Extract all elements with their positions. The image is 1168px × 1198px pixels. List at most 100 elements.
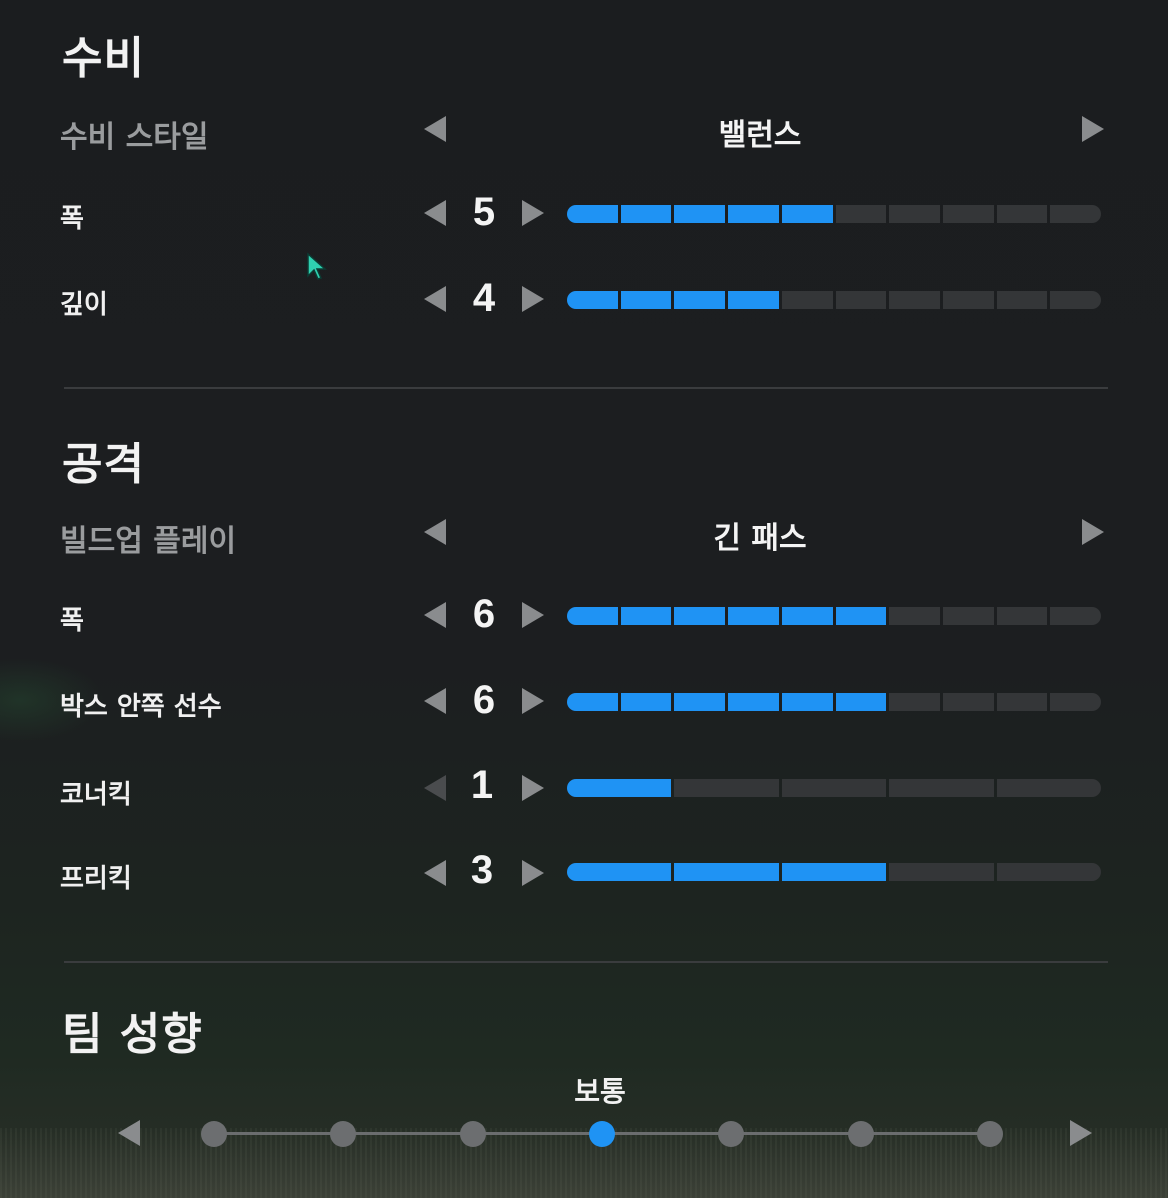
attack-box-players-decrease-icon[interactable] bbox=[424, 688, 446, 714]
bar-segment bbox=[781, 693, 833, 711]
bar-segment bbox=[835, 205, 887, 223]
bar-segment bbox=[781, 863, 887, 881]
bar-segment bbox=[835, 693, 887, 711]
bar-segment bbox=[1050, 693, 1102, 711]
bar-segment bbox=[781, 607, 833, 625]
bar-segment bbox=[889, 693, 940, 711]
bar-segment bbox=[942, 693, 994, 711]
attack-corner-increase-icon[interactable] bbox=[522, 775, 544, 801]
bar-segment bbox=[674, 863, 779, 881]
defense-depth-label: 깊이 bbox=[60, 290, 108, 320]
defense-style-next-icon[interactable] bbox=[1082, 116, 1104, 142]
attack-style-prev-icon[interactable] bbox=[424, 519, 446, 545]
attack-box-players-increase-icon[interactable] bbox=[522, 688, 544, 714]
bar-segment bbox=[728, 607, 779, 625]
bar-segment bbox=[728, 291, 779, 309]
attack-box-players-value: 6 bbox=[472, 678, 496, 722]
attack-width-value: 6 bbox=[472, 592, 496, 636]
defense-style-label: 수비 스타일 bbox=[60, 120, 209, 155]
bar-segment bbox=[567, 607, 618, 625]
bar-segment bbox=[674, 205, 726, 223]
bar-segment bbox=[996, 693, 1048, 711]
team-slider-dot[interactable] bbox=[847, 1121, 874, 1147]
attack-box-players-bar[interactable] bbox=[567, 693, 1102, 711]
defense-style-prev-icon[interactable] bbox=[424, 116, 446, 142]
bar-segment bbox=[674, 779, 779, 797]
attack-corner-label: 코너킥 bbox=[60, 780, 132, 810]
defense-depth-decrease-icon[interactable] bbox=[424, 286, 446, 312]
attack-freekick-decrease-icon[interactable] bbox=[424, 860, 446, 886]
bar-segment bbox=[942, 291, 994, 309]
attack-freekick-increase-icon[interactable] bbox=[522, 860, 544, 886]
attack-freekick-label: 프리킥 bbox=[60, 864, 132, 894]
bar-segment bbox=[781, 205, 833, 223]
bar-segment bbox=[889, 205, 940, 223]
defense-width-decrease-icon[interactable] bbox=[424, 200, 446, 226]
bar-segment bbox=[728, 693, 779, 711]
bar-segment bbox=[835, 607, 887, 625]
bar-segment bbox=[567, 291, 618, 309]
attack-freekick-value: 3 bbox=[470, 848, 494, 892]
attack-corner-value: 1 bbox=[470, 763, 494, 807]
attack-corner-bar[interactable] bbox=[567, 779, 1102, 797]
bar-segment bbox=[1050, 205, 1102, 223]
defense-depth-value: 4 bbox=[472, 276, 496, 320]
team-slider-dot[interactable] bbox=[977, 1121, 1003, 1147]
bar-segment bbox=[942, 607, 994, 625]
attack-freekick-bar[interactable] bbox=[567, 863, 1102, 881]
divider bbox=[64, 387, 1108, 389]
section-title-team: 팀 성향 bbox=[62, 1009, 203, 1060]
attack-width-bar[interactable] bbox=[567, 607, 1102, 625]
team-slider-dot[interactable] bbox=[718, 1121, 745, 1147]
bar-segment bbox=[567, 779, 672, 797]
section-title-defense: 수비 bbox=[62, 33, 145, 84]
bar-segment bbox=[781, 291, 833, 309]
bar-segment bbox=[889, 607, 940, 625]
bar-segment bbox=[996, 607, 1048, 625]
attack-width-decrease-icon[interactable] bbox=[424, 602, 446, 628]
attack-width-increase-icon[interactable] bbox=[522, 602, 544, 628]
team-prev-icon[interactable] bbox=[118, 1120, 140, 1146]
defense-width-bar[interactable] bbox=[567, 205, 1102, 223]
bar-segment bbox=[996, 291, 1048, 309]
bar-segment bbox=[674, 693, 726, 711]
bar-segment bbox=[996, 205, 1048, 223]
bar-segment bbox=[620, 607, 672, 625]
bar-segment bbox=[567, 863, 672, 881]
bar-segment bbox=[674, 607, 726, 625]
attack-style-next-icon[interactable] bbox=[1082, 519, 1104, 545]
defense-width-value: 5 bbox=[472, 190, 496, 234]
bar-segment bbox=[620, 205, 672, 223]
defense-width-increase-icon[interactable] bbox=[522, 200, 544, 226]
defense-style-value: 밸런스 bbox=[718, 118, 802, 153]
attack-width-label: 폭 bbox=[60, 606, 84, 636]
bar-segment bbox=[942, 205, 994, 223]
bar-segment bbox=[728, 205, 779, 223]
bar-segment bbox=[781, 779, 887, 797]
attack-corner-decrease-icon[interactable] bbox=[424, 775, 446, 801]
defense-depth-bar[interactable] bbox=[567, 291, 1102, 309]
team-slider-dot[interactable] bbox=[330, 1121, 357, 1147]
cursor-icon bbox=[307, 252, 327, 280]
divider bbox=[64, 961, 1108, 963]
team-slider-dot[interactable] bbox=[459, 1121, 486, 1147]
bar-segment bbox=[620, 291, 672, 309]
bar-segment bbox=[889, 863, 994, 881]
defense-depth-increase-icon[interactable] bbox=[522, 286, 544, 312]
defense-width-label: 폭 bbox=[60, 204, 84, 234]
bar-segment bbox=[567, 205, 618, 223]
bar-segment bbox=[996, 779, 1102, 797]
attack-style-value: 긴 패스 bbox=[713, 521, 807, 556]
bar-segment bbox=[889, 779, 994, 797]
bar-segment bbox=[996, 863, 1102, 881]
bar-segment bbox=[674, 291, 726, 309]
bar-segment bbox=[889, 291, 940, 309]
bar-segment bbox=[1050, 607, 1102, 625]
team-next-icon[interactable] bbox=[1070, 1120, 1092, 1146]
attack-style-label: 빌드업 플레이 bbox=[60, 524, 237, 559]
bar-segment bbox=[567, 693, 618, 711]
team-slider-dot[interactable] bbox=[201, 1121, 227, 1147]
team-slider-dot[interactable] bbox=[589, 1121, 615, 1147]
bar-segment bbox=[1050, 291, 1102, 309]
attack-box-players-label: 박스 안쪽 선수 bbox=[60, 692, 222, 722]
